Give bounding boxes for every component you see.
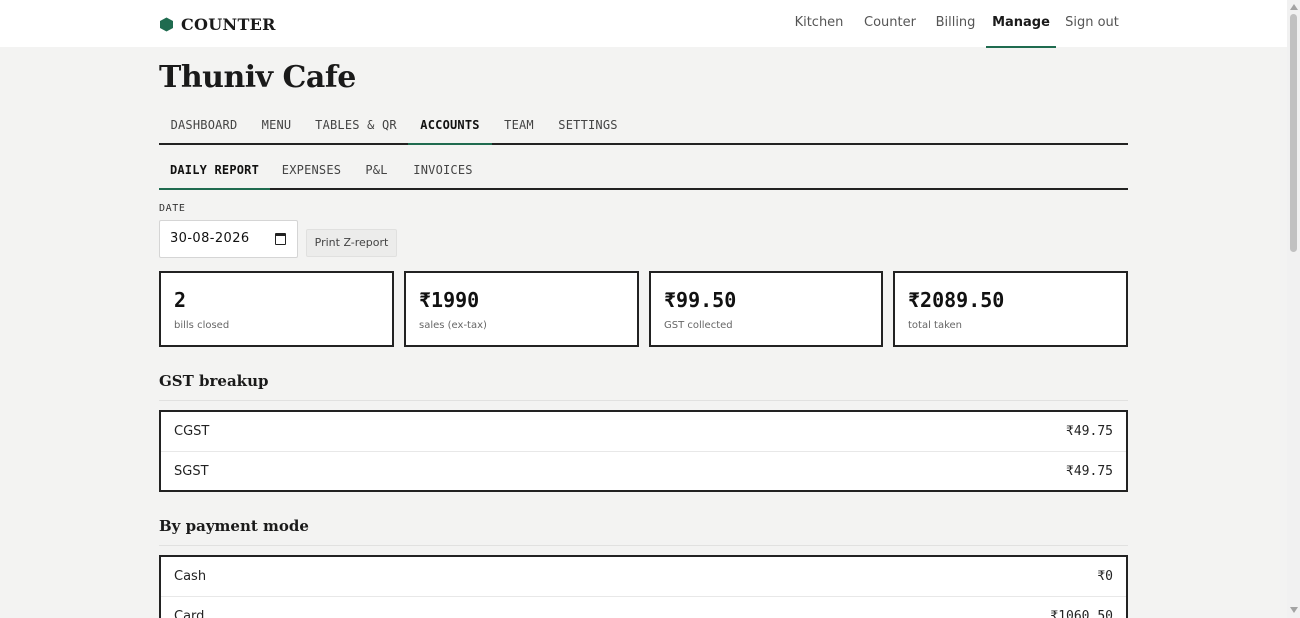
tab-settings[interactable]: SETTINGS bbox=[551, 107, 625, 143]
date-field[interactable]: 30-08-2026 bbox=[159, 220, 298, 258]
stat-value: ₹99.50 bbox=[664, 288, 737, 312]
table-row: Card ₹1060.50 bbox=[161, 597, 1126, 618]
stat-value: ₹1990 bbox=[419, 288, 480, 312]
nav-billing[interactable]: Billing bbox=[930, 0, 981, 47]
sub-tabs: DAILY REPORT EXPENSES P&L INVOICES bbox=[159, 152, 1128, 190]
section-title-payment: By payment mode bbox=[159, 517, 309, 535]
nav-counter[interactable]: Counter bbox=[858, 0, 922, 47]
brand[interactable]: COUNTER bbox=[159, 15, 276, 34]
stat-label: bills closed bbox=[174, 320, 230, 331]
scrollbar-thumb[interactable] bbox=[1290, 14, 1297, 252]
stat-label: total taken bbox=[908, 320, 963, 331]
gst-table: CGST ₹49.75 SGST ₹49.75 bbox=[159, 410, 1128, 492]
stat-card-gst: ₹99.50 GST collected bbox=[649, 271, 883, 347]
date-label: DATE bbox=[159, 203, 186, 214]
tab-pl[interactable]: P&L bbox=[355, 152, 398, 188]
payment-table: Cash ₹0 Card ₹1060.50 bbox=[159, 555, 1128, 618]
table-row: CGST ₹49.75 bbox=[161, 412, 1126, 452]
tab-dashboard[interactable]: DASHBOARD bbox=[159, 107, 249, 143]
row-amount: ₹0 bbox=[1097, 569, 1113, 584]
top-bar: COUNTER Kitchen Counter Billing Manage S… bbox=[0, 0, 1287, 48]
scroll-up-icon[interactable] bbox=[1290, 4, 1298, 10]
scroll-down-icon[interactable] bbox=[1290, 607, 1298, 613]
section-title-gst: GST breakup bbox=[159, 372, 269, 390]
tab-accounts[interactable]: ACCOUNTS bbox=[408, 107, 492, 145]
tab-expenses[interactable]: EXPENSES bbox=[273, 152, 350, 188]
tab-team[interactable]: TEAM bbox=[495, 107, 543, 143]
stat-card-sales: ₹1990 sales (ex-tax) bbox=[404, 271, 639, 347]
tab-invoices[interactable]: INVOICES bbox=[407, 152, 479, 188]
scrollbar[interactable] bbox=[1287, 0, 1300, 618]
stat-value: ₹2089.50 bbox=[908, 288, 1005, 312]
row-amount: ₹1060.50 bbox=[1050, 609, 1113, 618]
page-title: Thuniv Cafe bbox=[159, 60, 356, 95]
stat-label: GST collected bbox=[664, 320, 733, 331]
stat-card-total: ₹2089.50 total taken bbox=[893, 271, 1128, 347]
row-label: SGST bbox=[174, 464, 209, 479]
table-row: Cash ₹0 bbox=[161, 557, 1126, 597]
date-value: 30-08-2026 bbox=[170, 231, 250, 246]
calendar-icon[interactable] bbox=[275, 233, 286, 245]
stat-value: 2 bbox=[174, 288, 187, 312]
stat-card-bills: 2 bills closed bbox=[159, 271, 394, 347]
main-tabs: DASHBOARD MENU TABLES & QR ACCOUNTS TEAM… bbox=[159, 107, 1128, 145]
brand-name: COUNTER bbox=[181, 15, 276, 34]
tab-menu[interactable]: MENU bbox=[251, 107, 302, 143]
row-label: Card bbox=[174, 609, 205, 618]
section-divider bbox=[159, 545, 1128, 546]
row-amount: ₹49.75 bbox=[1066, 464, 1113, 479]
row-label: Cash bbox=[174, 569, 207, 584]
hexagon-icon bbox=[160, 17, 173, 32]
tab-daily-report[interactable]: DAILY REPORT bbox=[159, 152, 270, 190]
row-label: CGST bbox=[174, 424, 210, 439]
nav-kitchen[interactable]: Kitchen bbox=[789, 0, 849, 47]
nav-manage[interactable]: Manage bbox=[986, 0, 1056, 48]
tab-tables-qr[interactable]: TABLES & QR bbox=[306, 107, 406, 143]
nav-sign-out[interactable]: Sign out bbox=[1062, 0, 1122, 47]
print-z-report-button[interactable]: Print Z-report bbox=[306, 229, 397, 257]
row-amount: ₹49.75 bbox=[1066, 424, 1113, 439]
table-row: SGST ₹49.75 bbox=[161, 452, 1126, 492]
section-divider bbox=[159, 400, 1128, 401]
stat-label: sales (ex-tax) bbox=[419, 320, 487, 331]
